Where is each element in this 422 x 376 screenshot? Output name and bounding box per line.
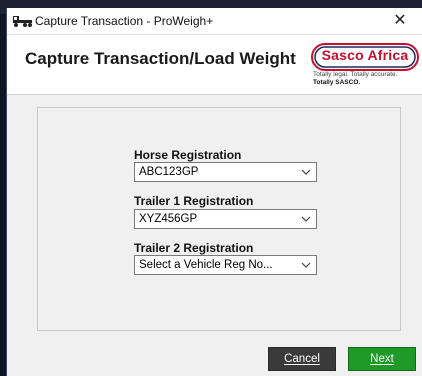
- cancel-button-label: Cancel: [284, 353, 320, 365]
- close-button[interactable]: ✕: [377, 8, 422, 34]
- chevron-down-icon: [301, 216, 311, 222]
- horse-registration-label: Horse Registration: [134, 148, 242, 162]
- tagline: Totally legal. Totally accurate.: [313, 71, 398, 78]
- next-button-label: Next: [370, 353, 394, 365]
- horse-registration-value: ABC123GP: [139, 166, 199, 178]
- page-header: Capture Transaction/Load Weight Sasco Af…: [7, 35, 422, 95]
- horse-registration-dropdown[interactable]: ABC123GP: [134, 162, 317, 182]
- cancel-button[interactable]: Cancel: [268, 347, 336, 371]
- trailer-2-registration-value: Select a Vehicle Reg No...: [139, 259, 273, 271]
- trailer-2-registration-dropdown[interactable]: Select a Vehicle Reg No...: [134, 255, 317, 275]
- truck-icon: [13, 16, 32, 27]
- next-button[interactable]: Next: [348, 347, 416, 371]
- title-bar: Capture Transaction - ProWeigh+ ✕: [7, 8, 422, 35]
- window-title: Capture Transaction - ProWeigh+: [35, 14, 214, 28]
- capture-transaction-window: Capture Transaction - ProWeigh+ ✕ Captur…: [6, 8, 422, 376]
- form-panel: Horse Registration ABC123GP Trailer 1 Re…: [37, 107, 401, 331]
- trailer-2-registration-label: Trailer 2 Registration: [134, 241, 254, 255]
- logo-text: Sasco Africa: [321, 47, 409, 63]
- trailer-1-registration-value: XYZ456GP: [139, 213, 198, 225]
- trailer-1-registration-label: Trailer 1 Registration: [134, 194, 254, 208]
- chevron-down-icon: [301, 169, 311, 175]
- page-title: Capture Transaction/Load Weight: [25, 49, 296, 68]
- close-icon: ✕: [393, 12, 407, 29]
- trailer-1-registration-dropdown[interactable]: XYZ456GP: [134, 209, 317, 229]
- tagline-bold: Totally SASCO.: [313, 79, 361, 86]
- chevron-down-icon: [301, 262, 311, 268]
